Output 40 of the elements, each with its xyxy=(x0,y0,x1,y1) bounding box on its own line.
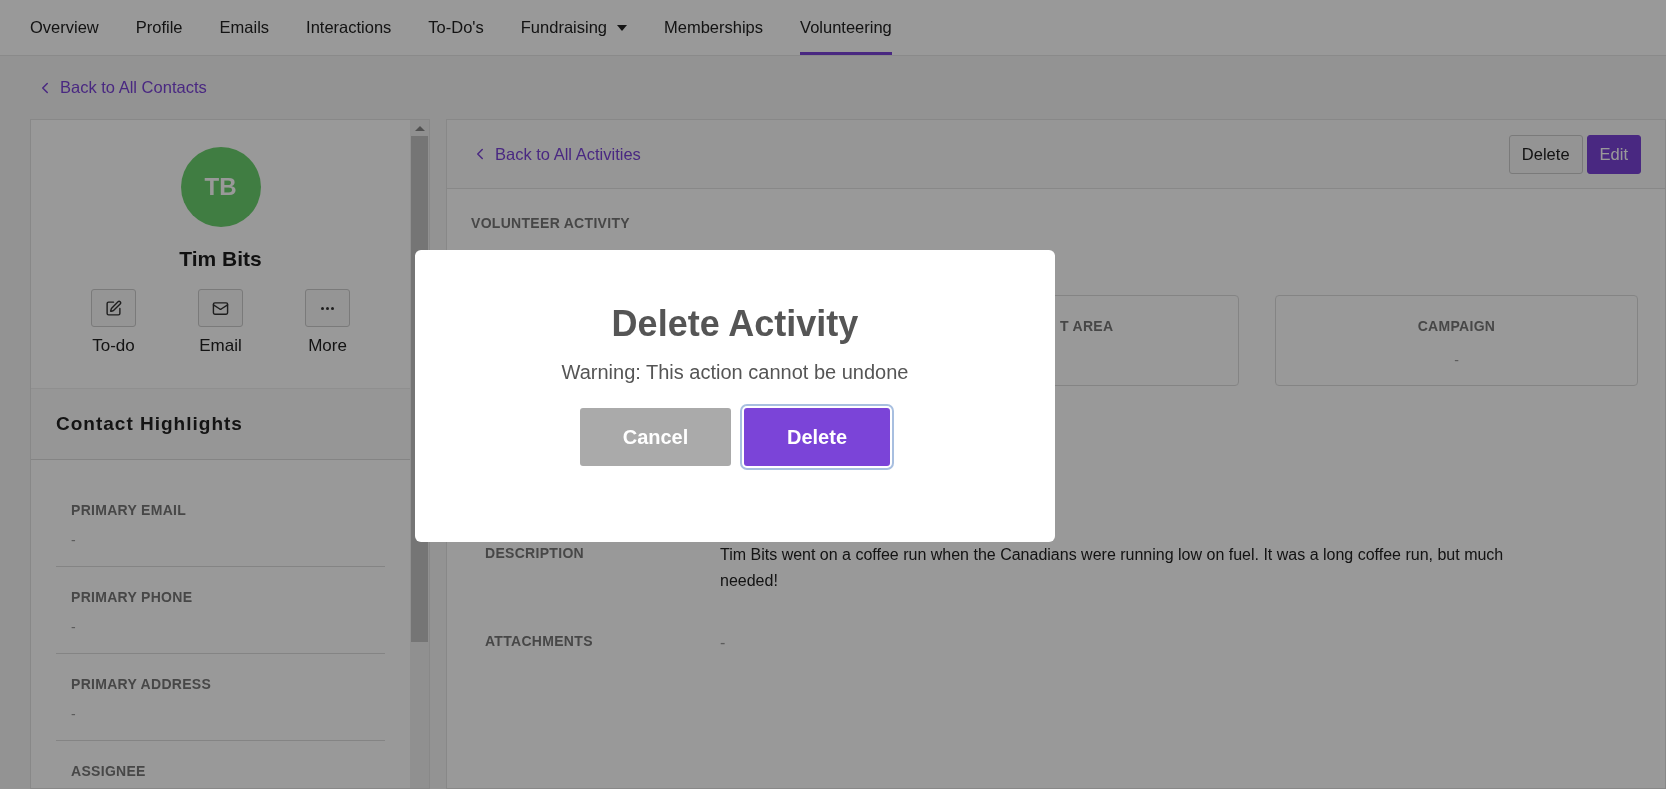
avatar: TB xyxy=(180,147,261,227)
detail-label: ATTACHMENTS xyxy=(485,632,594,649)
field-label: PRIMARY EMAIL xyxy=(71,502,188,518)
tab[interactable]: To-Do's xyxy=(428,0,484,55)
mail-icon xyxy=(212,299,229,317)
detail-value: - xyxy=(720,633,727,653)
edit-icon xyxy=(105,299,122,317)
detail-label: DESCRIPTION xyxy=(485,544,585,561)
detail-value: Tim Bits went on a coffee run when the Canadians were running low on fuel. It was a long coffee run, but much needed! xyxy=(720,545,1505,591)
card-label: T AREA xyxy=(1060,318,1114,334)
field-value: - xyxy=(71,532,77,548)
field-label: PRIMARY ADDRESS xyxy=(71,676,213,692)
section-header: Contact Highlights xyxy=(31,388,410,460)
card-value: - xyxy=(1454,352,1459,368)
tab[interactable]: Profile xyxy=(135,0,183,55)
action-label: To-do xyxy=(92,336,135,356)
field-value: - xyxy=(71,619,77,635)
field-value: - xyxy=(71,706,77,722)
tab[interactable]: Fundraising xyxy=(520,0,627,55)
tab[interactable]: Overview xyxy=(30,0,99,55)
tab[interactable]: Interactions xyxy=(306,0,392,55)
action-label: Email xyxy=(199,336,242,356)
back-link[interactable]: Back to All Contacts xyxy=(36,78,207,97)
modal-title: Delete Activity xyxy=(611,303,859,345)
action-label: More xyxy=(308,336,347,356)
edit-button[interactable]: Edit xyxy=(1586,134,1641,174)
contact-name: Tim Bits xyxy=(179,247,262,271)
tab[interactable]: Volunteering xyxy=(800,0,892,55)
action-button[interactable] xyxy=(198,289,243,327)
more-icon xyxy=(321,306,334,310)
section-label: VOLUNTEER ACTIVITY xyxy=(471,215,631,231)
field-label: PRIMARY PHONE xyxy=(71,589,194,605)
modal-message: Warning: This action cannot be undone xyxy=(561,361,909,384)
delete-button[interactable]: Delete xyxy=(1508,134,1583,174)
tab[interactable]: Memberships xyxy=(664,0,764,55)
field-label: ASSIGNEE xyxy=(71,763,147,779)
back-link[interactable]: Back to All Activities xyxy=(471,144,641,164)
card-label: CAMPAIGN xyxy=(1417,318,1496,334)
tab[interactable]: Emails xyxy=(219,0,270,55)
action-button[interactable] xyxy=(91,289,136,327)
